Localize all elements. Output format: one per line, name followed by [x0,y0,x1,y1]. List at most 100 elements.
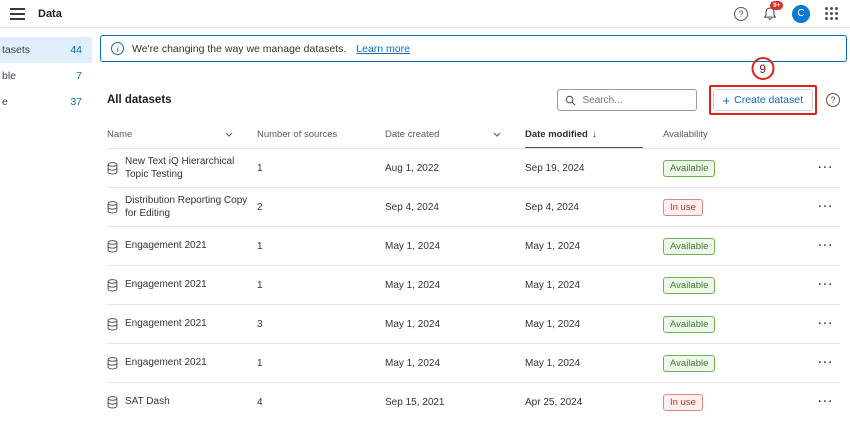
create-dataset-label: Create dataset [734,94,803,106]
sidebar-item[interactable]: e 37 [0,89,92,115]
chevron-down-icon [225,132,233,137]
more-options-button[interactable]: ··· [818,396,834,408]
apps-grid-icon[interactable] [825,7,838,20]
date-modified: May 1, 2024 [525,315,663,334]
sidebar-item-count: 37 [70,96,82,108]
create-help-icon[interactable]: ? [826,93,840,107]
date-created: Aug 1, 2022 [385,159,525,178]
date-created: May 1, 2024 [385,354,525,373]
table-row[interactable]: Engagement 2021 1 May 1, 2024 May 1, 202… [107,343,840,382]
dataset-icon [107,162,118,175]
sidebar: tasets 44 ble 7 e 37 [0,28,92,415]
sources-count: 2 [257,198,385,217]
banner-message: We're changing the way we manage dataset… [132,43,346,55]
availability-badge: Available [663,277,715,294]
date-modified: May 1, 2024 [525,276,663,295]
topbar: Data ? 9+ C [0,0,850,28]
help-icon[interactable]: ? [734,7,748,21]
sidebar-item-label: e [2,96,8,108]
notification-badge: 9+ [770,1,783,10]
date-created: Sep 15, 2021 [385,393,525,412]
column-header-date-created[interactable]: Date created [385,129,525,140]
learn-more-link[interactable]: Learn more [356,43,410,55]
dataset-icon [107,201,118,214]
more-options-button[interactable]: ··· [818,279,834,291]
dataset-icon [107,240,118,253]
date-created: Sep 4, 2024 [385,198,525,217]
sidebar-item-label: ble [2,70,16,82]
date-created: May 1, 2024 [385,237,525,256]
dataset-icon [107,357,118,370]
sources-count: 1 [257,276,385,295]
search-icon [565,95,576,106]
more-options-button[interactable]: ··· [818,201,834,213]
table-row[interactable]: Engagement 2021 1 May 1, 2024 May 1, 202… [107,265,840,304]
sources-count: 1 [257,159,385,178]
annotation-circle: 9 [751,57,774,80]
date-modified: May 1, 2024 [525,237,663,256]
date-modified: Apr 25, 2024 [525,393,663,412]
availability-badge: Available [663,160,715,177]
dataset-name: Distribution Reporting Copy for Editing [125,194,251,221]
date-created: May 1, 2024 [385,315,525,334]
dataset-name: Engagement 2021 [125,317,207,331]
table-row[interactable]: Engagement 2021 3 May 1, 2024 May 1, 202… [107,304,840,343]
more-options-button[interactable]: ··· [818,318,834,330]
sources-count: 1 [257,237,385,256]
sidebar-item[interactable]: tasets 44 [0,37,92,63]
create-dataset-button[interactable]: + Create dataset [713,89,813,111]
column-header-date-modified[interactable]: Date modified ↓ [525,129,663,140]
more-options-button[interactable]: ··· [818,162,834,174]
search-box [557,89,697,111]
page-title: Data [38,8,62,20]
column-header-name[interactable]: Name [107,129,257,140]
table-row[interactable]: New Text iQ Hierarchical Topic Testing 1… [107,148,840,187]
sort-descending-icon: ↓ [592,129,597,140]
annotation-box: + Create dataset [709,85,817,115]
dataset-name: SAT Dash [125,395,170,409]
date-modified: May 1, 2024 [525,354,663,373]
dataset-icon [107,279,118,292]
datasets-table: Name Number of sources Date created [107,125,840,421]
date-created: May 1, 2024 [385,276,525,295]
sidebar-item-count: 7 [76,70,82,82]
all-datasets-heading: All datasets [107,94,557,106]
availability-badge: In use [663,394,703,411]
avatar[interactable]: C [792,5,810,23]
table-row[interactable]: SAT Dash 4 Sep 15, 2021 Apr 25, 2024 In … [107,382,840,421]
dataset-name: Engagement 2021 [125,278,207,292]
dataset-name: Engagement 2021 [125,239,207,253]
table-body: New Text iQ Hierarchical Topic Testing 1… [107,148,840,421]
menu-icon[interactable] [10,6,25,22]
date-modified: Sep 19, 2024 [525,159,663,178]
sources-count: 1 [257,354,385,373]
column-header-sources: Number of sources [257,129,385,140]
toolbar: All datasets 9 + Create dataset ? [107,85,840,115]
table-header-row: Name Number of sources Date created [107,125,840,148]
dataset-icon [107,396,118,409]
notifications-icon[interactable]: 9+ [763,6,777,21]
availability-badge: Available [663,316,715,333]
info-banner: i We're changing the way we manage datas… [100,35,847,62]
table-row[interactable]: Engagement 2021 1 May 1, 2024 May 1, 202… [107,226,840,265]
availability-badge: Available [663,238,715,255]
search-input[interactable] [581,94,689,107]
column-header-availability: Availability [663,129,818,140]
sidebar-item-count: 44 [70,44,82,56]
more-options-button[interactable]: ··· [818,357,834,369]
plus-icon: + [723,94,731,107]
table-row[interactable]: Distribution Reporting Copy for Editing … [107,187,840,226]
availability-badge: In use [663,199,703,216]
sidebar-item-label: tasets [2,44,30,56]
sources-count: 3 [257,315,385,334]
availability-badge: Available [663,355,715,372]
dataset-name: Engagement 2021 [125,356,207,370]
dataset-name: New Text iQ Hierarchical Topic Testing [125,155,251,182]
sources-count: 4 [257,393,385,412]
sidebar-item[interactable]: ble 7 [0,63,92,89]
info-icon: i [111,42,124,55]
dataset-icon [107,318,118,331]
date-modified: Sep 4, 2024 [525,198,663,217]
more-options-button[interactable]: ··· [818,240,834,252]
chevron-down-icon [493,132,501,137]
